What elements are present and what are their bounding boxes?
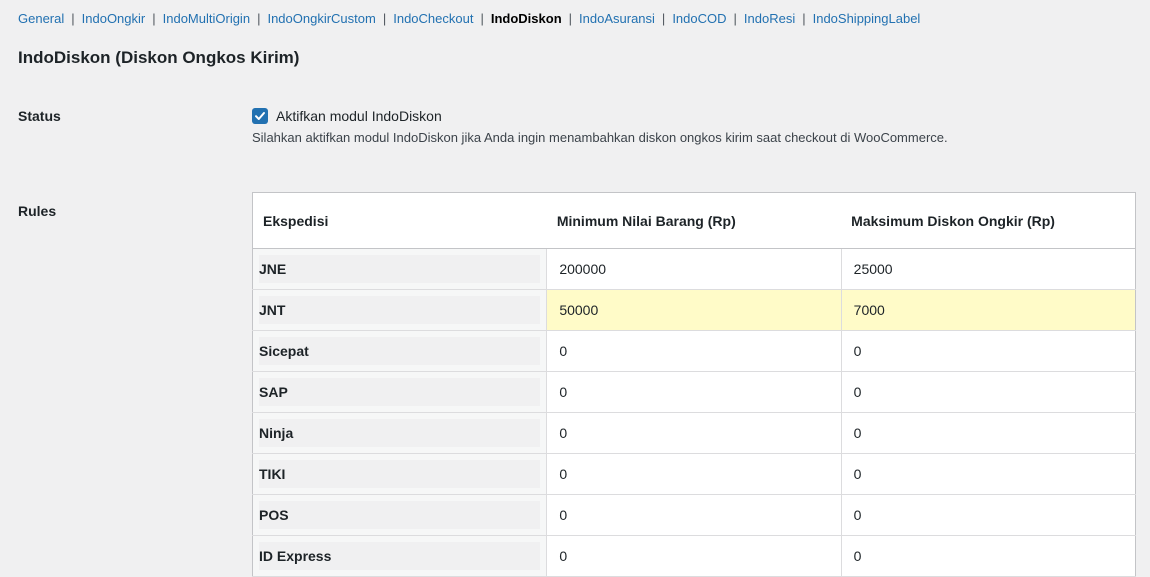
subnav-separator: | xyxy=(568,11,573,26)
max-discount-input[interactable] xyxy=(841,536,1135,576)
module-subnav: General | IndoOngkir | IndoMultiOrigin | IndoO… xyxy=(18,11,920,26)
courier-name: JNT xyxy=(259,296,541,324)
subnav-separator: | xyxy=(152,11,156,26)
min-value-input[interactable] xyxy=(547,290,841,330)
max-discount-input[interactable] xyxy=(841,331,1135,371)
enable-module-checkbox[interactable] xyxy=(252,108,268,124)
max-discount-input[interactable] xyxy=(841,413,1135,453)
courier-name: JNE xyxy=(259,255,541,283)
subnav-separator: | xyxy=(382,11,387,26)
max-discount-cell xyxy=(841,453,1136,495)
max-discount-cell xyxy=(841,494,1136,536)
subnav-item-indodiskon[interactable]: IndoDiskon xyxy=(491,11,562,26)
subnav-item-indoongkircustom[interactable]: IndoOngkirCustom xyxy=(267,11,375,26)
enable-module-checkbox-wrap[interactable]: Aktifkan modul IndoDiskon xyxy=(252,108,442,124)
courier-name: ID Express xyxy=(259,542,541,570)
column-header-min-nilai: Minimum Nilai Barang (Rp) xyxy=(546,192,842,249)
min-value-cell xyxy=(546,412,842,454)
rules-label: Rules xyxy=(18,203,57,219)
subnav-item-indoasuransi[interactable]: IndoAsuransi xyxy=(579,11,655,26)
max-discount-input[interactable] xyxy=(841,372,1135,412)
rules-table-body: JNE JNT Sicepat SAP Ninja TIKI POS ID Express xyxy=(252,248,1136,577)
subnav-separator: | xyxy=(733,11,737,26)
rules-row-jne: JNE xyxy=(252,248,1136,290)
subnav-separator: | xyxy=(480,11,484,26)
min-value-input[interactable] xyxy=(547,454,841,494)
courier-cell: ID Express xyxy=(252,535,548,577)
max-discount-cell xyxy=(841,412,1136,454)
rules-table-header: Ekspedisi Minimum Nilai Barang (Rp) Maks… xyxy=(252,192,1136,249)
max-discount-cell xyxy=(841,289,1136,331)
min-value-input[interactable] xyxy=(547,249,841,289)
column-header-max-diskon: Maksimum Diskon Ongkir (Rp) xyxy=(841,192,1136,249)
min-value-cell xyxy=(546,248,842,290)
subnav-separator: | xyxy=(71,11,75,26)
enable-module-label: Aktifkan modul IndoDiskon xyxy=(276,108,442,124)
subnav-items: General | IndoOngkir | IndoMultiOrigin | IndoO… xyxy=(18,11,920,26)
courier-name: SAP xyxy=(259,378,541,406)
courier-cell: JNE xyxy=(252,248,548,290)
rules-row-sap: SAP xyxy=(252,371,1136,413)
min-value-cell xyxy=(546,453,842,495)
courier-name: Ninja xyxy=(259,419,541,447)
min-value-input[interactable] xyxy=(547,331,841,371)
column-header-ekspedisi: Ekspedisi xyxy=(252,192,547,249)
max-discount-input[interactable] xyxy=(841,290,1135,330)
courier-cell: SAP xyxy=(252,371,548,413)
min-value-input[interactable] xyxy=(547,495,841,535)
rules-table: Ekspedisi Minimum Nilai Barang (Rp) Maks… xyxy=(252,192,1136,577)
courier-name: Sicepat xyxy=(259,337,541,365)
rules-row-pos: POS xyxy=(252,494,1136,536)
subnav-item-general[interactable]: General xyxy=(18,11,64,26)
max-discount-cell xyxy=(841,371,1136,413)
max-discount-input[interactable] xyxy=(841,249,1135,289)
courier-cell: POS xyxy=(252,494,548,536)
max-discount-input[interactable] xyxy=(841,454,1135,494)
rules-row-sicepat: Sicepat xyxy=(252,330,1136,372)
min-value-cell xyxy=(546,371,842,413)
subnav-item-indocod[interactable]: IndoCOD xyxy=(672,11,726,26)
courier-name: POS xyxy=(259,501,541,529)
courier-cell: JNT xyxy=(252,289,548,331)
subnav-separator: | xyxy=(661,11,666,26)
subnav-item-indomultiorigin[interactable]: IndoMultiOrigin xyxy=(163,11,250,26)
checkmark-icon xyxy=(255,112,265,120)
subnav-item-indoresi[interactable]: IndoResi xyxy=(744,11,795,26)
max-discount-input[interactable] xyxy=(841,495,1135,535)
min-value-cell xyxy=(546,330,842,372)
status-label: Status xyxy=(18,108,61,124)
page-title: IndoDiskon (Diskon Ongkos Kirim) xyxy=(18,48,300,67)
courier-cell: Sicepat xyxy=(252,330,548,372)
min-value-cell xyxy=(546,535,842,577)
subnav-separator: | xyxy=(257,11,261,26)
min-value-input[interactable] xyxy=(547,536,841,576)
subnav-separator: | xyxy=(802,11,806,26)
rules-row-ninja: Ninja xyxy=(252,412,1136,454)
courier-cell: TIKI xyxy=(252,453,548,495)
max-discount-cell xyxy=(841,330,1136,372)
min-value-input[interactable] xyxy=(547,372,841,412)
min-value-input[interactable] xyxy=(547,413,841,453)
courier-name: TIKI xyxy=(259,460,541,488)
max-discount-cell xyxy=(841,535,1136,577)
min-value-cell xyxy=(546,494,842,536)
subnav-item-indoshippinglabel[interactable]: IndoShippingLabel xyxy=(813,11,921,26)
subnav-item-indocheckout[interactable]: IndoCheckout xyxy=(393,11,473,26)
rules-row-tiki: TIKI xyxy=(252,453,1136,495)
status-description: Silahkan aktifkan modul IndoDiskon jika … xyxy=(252,130,948,145)
subnav-item-indoongkir[interactable]: IndoOngkir xyxy=(82,11,146,26)
courier-cell: Ninja xyxy=(252,412,548,454)
rules-row-id-express: ID Express xyxy=(252,535,1136,577)
min-value-cell xyxy=(546,289,842,331)
rules-row-jnt: JNT xyxy=(252,289,1136,331)
max-discount-cell xyxy=(841,248,1136,290)
